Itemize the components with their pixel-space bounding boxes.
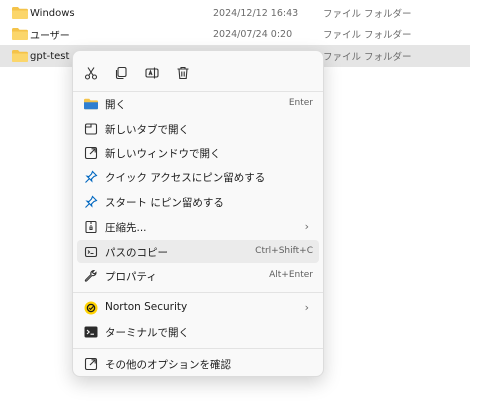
- menu-item-label: パスのコピー: [105, 247, 168, 259]
- context-menu: 開く Enter 新しいタブで開く 新しいウィンドウで開く クイック アクセスに…: [72, 50, 324, 377]
- menu-item-label: その他のオプションを確認: [105, 359, 231, 371]
- archive-icon: [83, 219, 98, 234]
- menu-divider: [73, 348, 323, 349]
- menu-item-open[interactable]: 開く Enter: [77, 92, 319, 115]
- terminal-icon: [83, 324, 98, 339]
- copy-button[interactable]: [107, 59, 135, 87]
- menu-item-label: Norton Security: [105, 301, 188, 313]
- menu-item-shortcut: Enter: [288, 98, 313, 108]
- file-row-windows[interactable]: Windows 2024/12/12 16:43 ファイル フォルダー: [0, 2, 470, 24]
- menu-item-open-new-tab[interactable]: 新しいタブで開く: [77, 117, 319, 140]
- more-options-icon: [83, 356, 98, 371]
- menu-item-copy-path[interactable]: パスのコピー Ctrl+Shift+C: [77, 240, 319, 263]
- file-type: ファイル フォルダー: [323, 9, 412, 20]
- copy-icon: [115, 66, 127, 80]
- file-date: 2024/07/24 0:20: [213, 28, 293, 40]
- folder-icon: [12, 28, 28, 40]
- chevron-right-icon: ›: [304, 301, 309, 314]
- cut-button[interactable]: [77, 59, 105, 87]
- menu-item-properties[interactable]: プロパティ Alt+Enter: [77, 264, 319, 287]
- menu-item-label: 開く: [105, 99, 126, 111]
- pin-icon: [83, 169, 98, 184]
- folder-icon: [12, 7, 28, 19]
- pin-icon: [83, 194, 98, 209]
- chevron-right-icon: ›: [304, 220, 309, 233]
- file-row-users[interactable]: ユーザー 2024/07/24 0:20 ファイル フォルダー: [0, 23, 470, 45]
- menu-item-pin-quick-access[interactable]: クイック アクセスにピン留めする: [77, 165, 319, 188]
- menu-item-label: スタート にピン留めする: [105, 197, 224, 209]
- menu-toolbar: [73, 59, 323, 87]
- menu-item-shortcut: Alt+Enter: [269, 270, 313, 280]
- new-tab-icon: [83, 121, 98, 136]
- file-name: Windows: [30, 7, 75, 19]
- menu-item-pin-start[interactable]: スタート にピン留めする: [77, 190, 319, 213]
- menu-item-label: 新しいウィンドウで開く: [105, 148, 221, 160]
- menu-item-open-new-window[interactable]: 新しいウィンドウで開く: [77, 141, 319, 164]
- norton-icon: [83, 300, 98, 315]
- menu-item-compress-to[interactable]: 圧縮先... ›: [77, 215, 319, 238]
- delete-button[interactable]: [169, 59, 197, 87]
- menu-item-label: プロパティ: [105, 271, 157, 283]
- copy-path-icon: [83, 244, 98, 259]
- folder-icon: [12, 50, 28, 62]
- wrench-icon: [83, 268, 98, 283]
- menu-item-norton-security[interactable]: Norton Security ›: [77, 296, 319, 319]
- menu-item-shortcut: Ctrl+Shift+C: [255, 246, 313, 256]
- new-window-icon: [83, 145, 98, 160]
- file-name: gpt-test: [30, 50, 70, 62]
- file-name: ユーザー: [30, 30, 70, 42]
- menu-item-label: クイック アクセスにピン留めする: [105, 172, 266, 184]
- menu-item-label: ターミナルで開く: [105, 327, 189, 339]
- rename-button[interactable]: [138, 59, 166, 87]
- cut-icon: [84, 67, 98, 80]
- menu-item-open-terminal[interactable]: ターミナルで開く: [77, 320, 319, 343]
- menu-item-label: 新しいタブで開く: [105, 124, 189, 136]
- menu-item-more-options[interactable]: その他のオプションを確認: [77, 352, 319, 375]
- file-type: ファイル フォルダー: [323, 30, 412, 41]
- delete-icon: [177, 66, 189, 80]
- rename-icon: [145, 67, 159, 79]
- file-date: 2024/12/12 16:43: [213, 7, 299, 19]
- menu-item-label: 圧縮先...: [105, 222, 147, 234]
- file-type: ファイル フォルダー: [323, 52, 412, 63]
- menu-divider: [73, 292, 323, 293]
- folder-open-icon: [83, 96, 98, 111]
